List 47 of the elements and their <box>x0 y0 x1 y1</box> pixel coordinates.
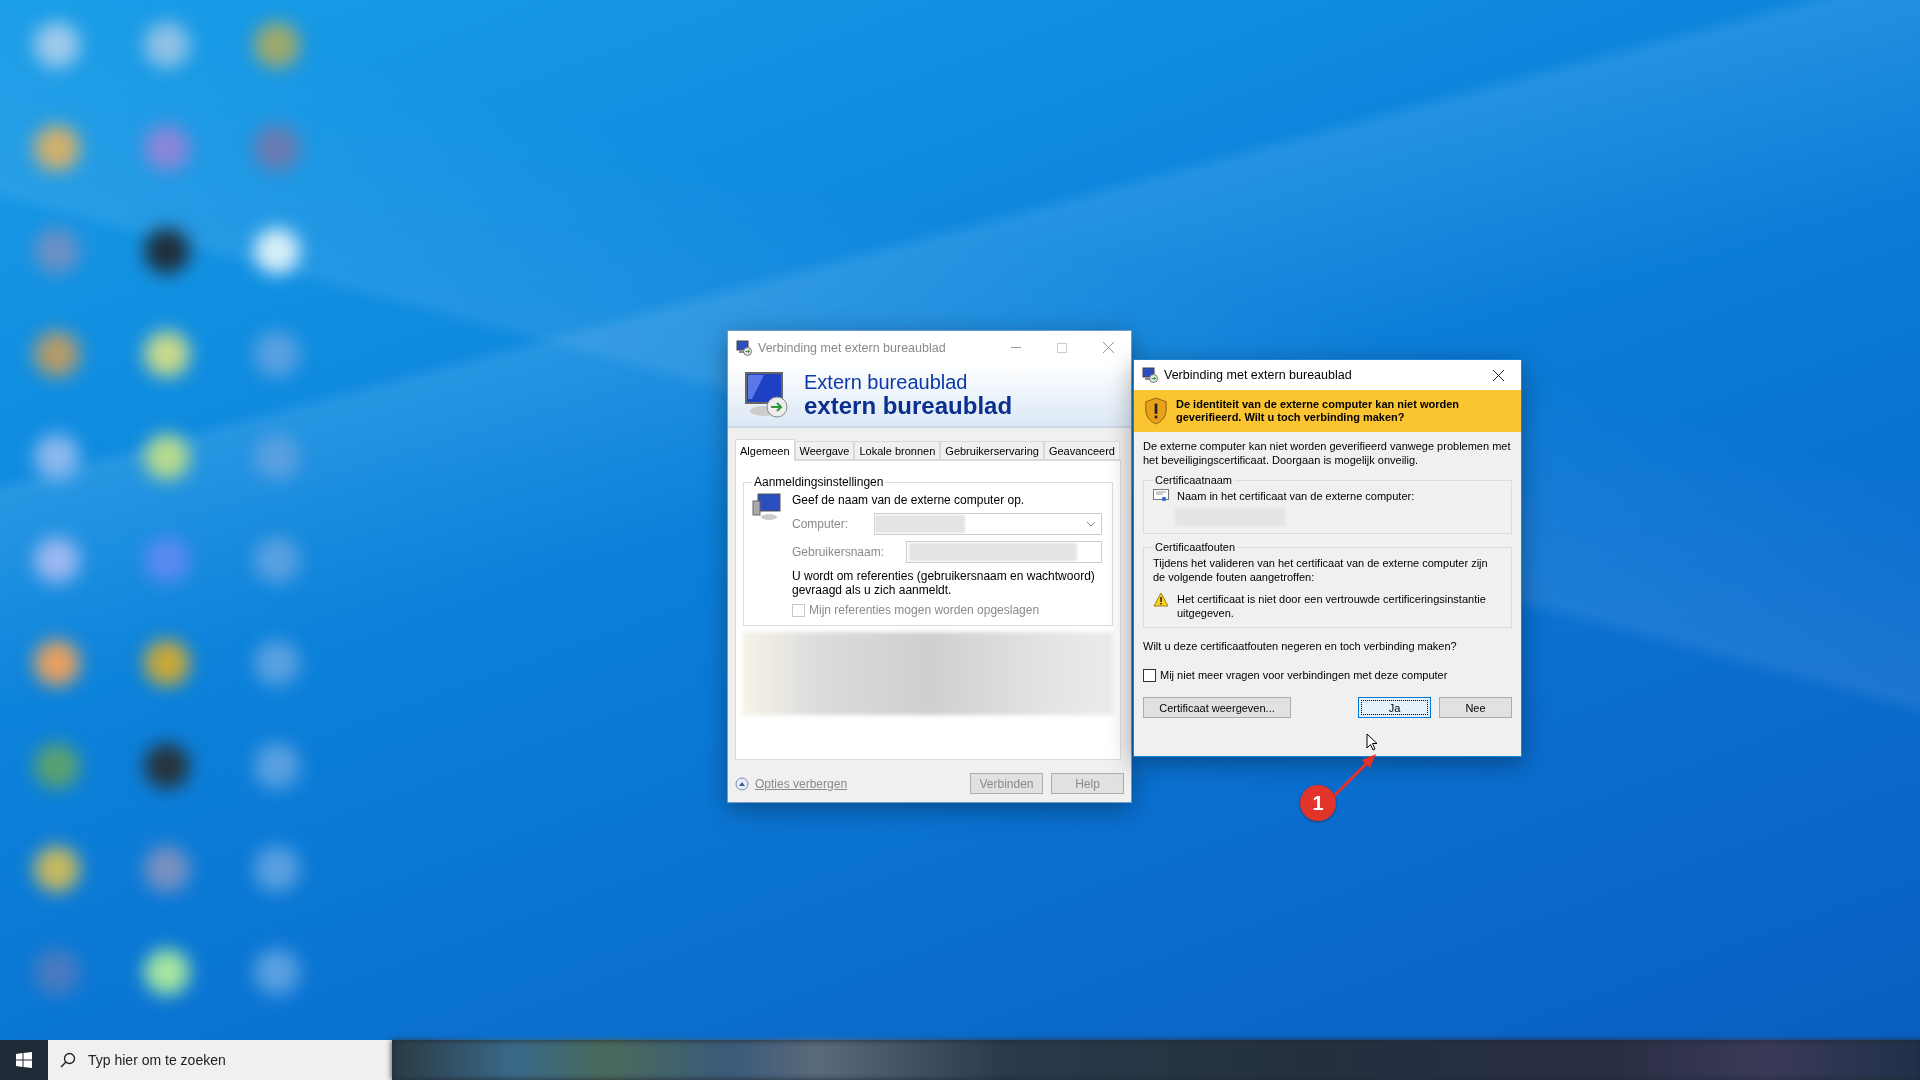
tab[interactable]: Gebruikerservaring <box>940 441 1044 460</box>
certificate-name-label: Naam in het certificaat van de externe computer: <box>1177 489 1415 503</box>
maximize-icon <box>1057 342 1067 353</box>
tab[interactable]: Weergave <box>794 441 855 460</box>
windows-logo-icon <box>16 1052 32 1068</box>
computer-icon <box>752 493 782 521</box>
prompt-text: Geef de naam van de externe computer op. <box>792 493 1026 507</box>
error-text: Het certificaat is niet door een vertrouwde certificeringsinstantie uitgegeven. <box>1177 592 1487 620</box>
computer-label: Computer: <box>792 517 849 531</box>
remote-desktop-icon <box>742 371 790 419</box>
warning-text: De identiteit van de externe computer kan niet worden geverifieerd. Wilt u toch verbinding maken? <box>1176 398 1460 424</box>
search-icon <box>60 1052 76 1068</box>
dialog-button[interactable]: Ja <box>1358 697 1431 718</box>
remote-desktop-icon <box>736 339 752 356</box>
certificate-icon <box>1153 489 1169 503</box>
question-text: Wilt u deze certificaatfouten negeren en toch verbinding maken? <box>1143 639 1458 653</box>
computer-combo-field[interactable] <box>874 513 1102 535</box>
dialog-title: Verbinding met extern bureaublad <box>1164 368 1353 382</box>
dropdown-caret-icon <box>1086 521 1096 527</box>
tab[interactable]: Geavanceerd <box>1043 441 1120 460</box>
warning-icon <box>1153 592 1169 607</box>
username-label: Gebruikersnaam: <box>792 545 885 559</box>
checkbox-label: Mijn referenties mogen worden opgeslagen <box>809 603 1040 617</box>
dialog-button[interactable]: Certificaat weergeven... <box>1143 697 1291 718</box>
step-number-badge: 1 <box>1300 785 1336 821</box>
taskbar-search-field[interactable]: Typ hier om te zoeken <box>48 1040 392 1080</box>
tab[interactable]: Lokale bronnen <box>854 441 941 460</box>
header-title: Extern bureaublad <box>804 371 969 393</box>
errors-intro-text: Tijdens het valideren van het certificaat van de externe computer zijn de volgende fouten aangetroffen: <box>1153 556 1489 584</box>
remote-desktop-icon <box>1142 367 1158 383</box>
close-icon <box>1102 342 1114 353</box>
tab[interactable]: Algemeen <box>735 439 795 461</box>
dialog-button[interactable]: Nee <box>1439 697 1512 718</box>
checkbox-label: Mij niet meer vragen voor verbindingen met deze computer <box>1160 668 1448 682</box>
group-title: Aanmeldingsinstellingen <box>753 475 885 489</box>
close-icon <box>1492 369 1504 381</box>
description-text: De externe computer kan niet worden geverifieerd vanwege problemen met het beveiligingscertificaat. Doorgaan is mogelijk onveilig. <box>1143 439 1512 467</box>
header-subtitle: extern bureaublad <box>804 393 1013 419</box>
info-text: U wordt om referenties (gebruikersnaam en wachtwoord) gevraagd als u zich aanmeldt. <box>792 569 1096 597</box>
window-title: Verbinding met extern bureaublad <box>758 340 947 355</box>
username-field[interactable] <box>906 541 1102 563</box>
minimize-icon <box>1011 347 1021 348</box>
checkbox[interactable] <box>1143 668 1156 682</box>
group-title: Certificaatfouten <box>1154 541 1237 553</box>
group-title: Certificaatnaam <box>1154 474 1234 486</box>
warning-shield-icon <box>1144 397 1168 425</box>
pointer-cursor-icon <box>1366 733 1378 751</box>
